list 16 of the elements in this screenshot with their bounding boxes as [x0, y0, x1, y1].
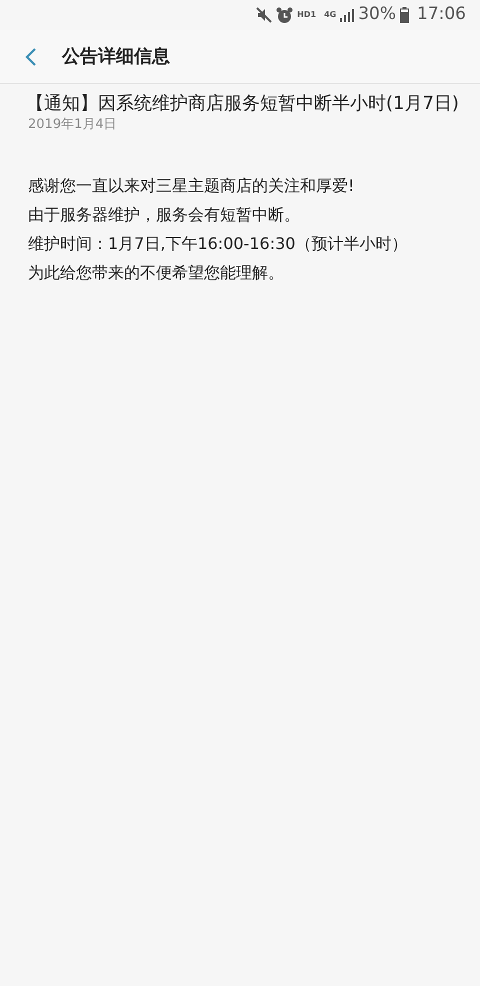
body-text: 为此给您带来的不便希望您能理解。	[28, 262, 285, 284]
signal-icon	[340, 8, 354, 22]
battery-icon	[400, 7, 409, 23]
notice-title: 【通知】因系统维护商店服务短暂中断半小时(1月7日)	[25, 92, 460, 116]
body-text: 感谢您一直以来对三星主题商店的关注和厚爱!	[28, 174, 356, 197]
hd-label: HD1	[297, 11, 316, 19]
clock: 17:06	[417, 3, 466, 26]
alarm-icon	[276, 6, 294, 24]
network-label: 4G	[324, 11, 336, 19]
battery-percent: 30%	[358, 3, 396, 26]
body-text: 维护时间：1月7日,下午16:00-16:30（预计半小时）	[28, 232, 408, 255]
screen-title: 公告详细信息	[62, 45, 170, 69]
back-button[interactable]	[24, 46, 38, 66]
body-text: 由于服务器维护，服务会有短暂中断。	[28, 204, 301, 226]
notice-date: 2019年1月4日	[27, 116, 118, 134]
mute-icon	[256, 7, 272, 23]
